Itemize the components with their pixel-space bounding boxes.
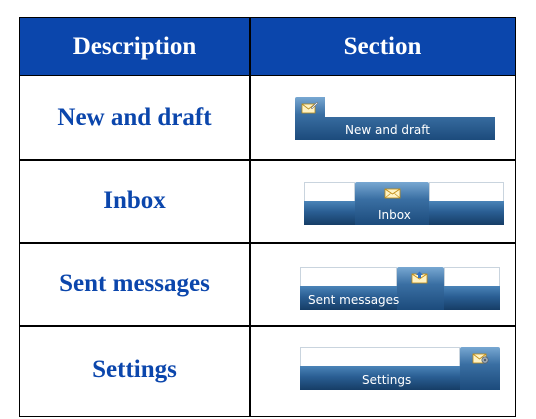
new-draft-envelope-icon: [301, 101, 318, 114]
tab-label: New and draft: [345, 123, 431, 137]
tab-label: Settings: [362, 373, 412, 387]
section-tab-new-and-draft[interactable]: New and draft: [295, 97, 495, 140]
header-section: Section: [343, 33, 422, 60]
tab-label: Inbox: [378, 208, 411, 222]
section-tab-inbox[interactable]: Inbox: [304, 182, 504, 225]
section-tab-settings[interactable]: Settings: [300, 347, 500, 390]
tab-label: Sent messages: [308, 293, 400, 307]
inbox-envelope-icon: [384, 188, 401, 199]
column-divider: [249, 18, 251, 416]
header-description: Description: [72, 33, 197, 60]
row-description: New and draft: [57, 103, 212, 131]
row-description: Inbox: [103, 186, 166, 214]
settings-envelope-icon: [472, 353, 489, 364]
sections-table: Description Section New and draft New an…: [19, 17, 516, 417]
section-tab-sent-messages[interactable]: Sent messages: [300, 267, 500, 310]
sent-envelope-icon: [411, 271, 428, 284]
row-description: Settings: [92, 356, 177, 383]
row-description: Sent messages: [59, 269, 210, 297]
